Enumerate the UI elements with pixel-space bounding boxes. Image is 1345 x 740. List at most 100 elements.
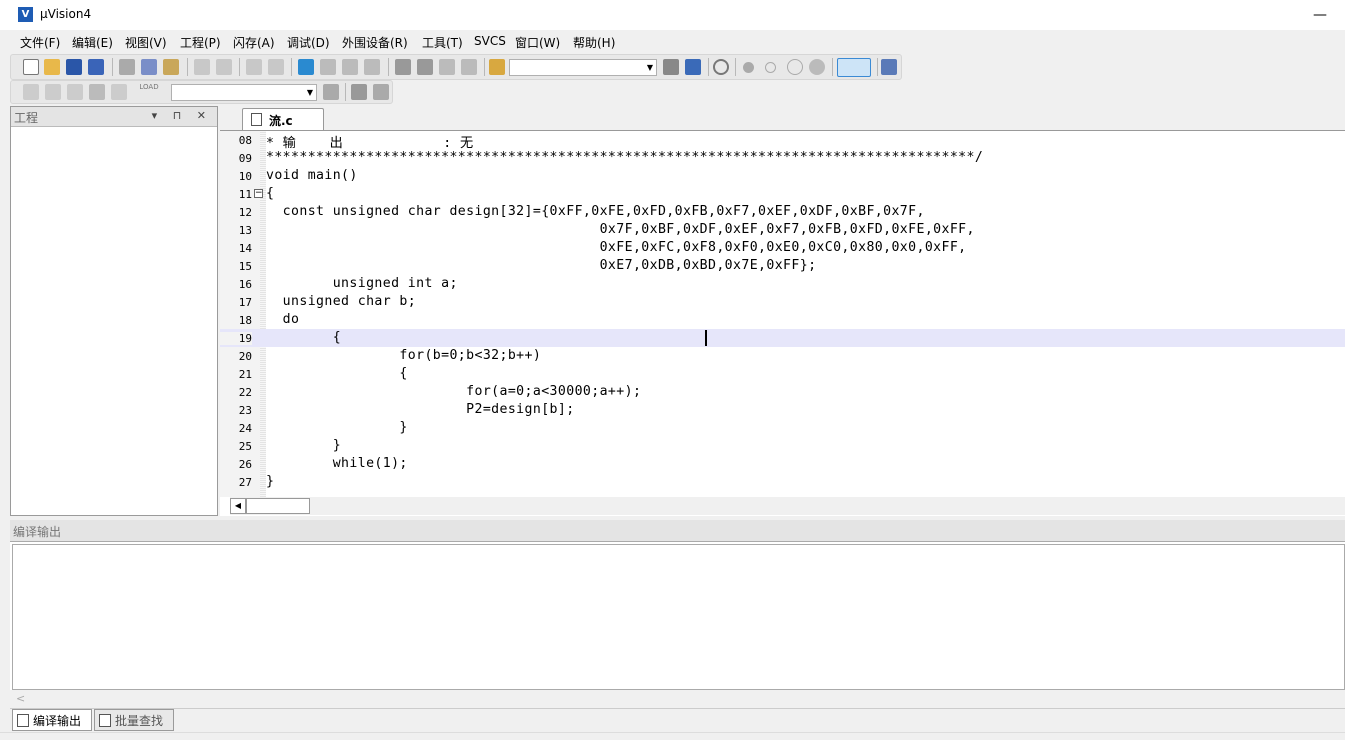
menu-project[interactable]: 工程(P) [180,34,221,51]
find-icon[interactable] [663,59,679,75]
menu-flash[interactable]: 闪存(A) [233,34,275,51]
code-line[interactable]: 18 do [220,311,1345,329]
nav-forward-icon[interactable] [268,59,284,75]
kill-all-breakpoints-icon[interactable] [809,59,825,75]
find-combo[interactable]: ▼ [509,59,657,76]
menu-tools[interactable]: 工具(T) [422,34,463,51]
toolbar-separator [484,58,485,76]
paste-icon[interactable] [163,59,179,75]
disable-breakpoint-icon[interactable] [765,62,776,73]
code-line[interactable]: 24 } [220,419,1345,437]
code-text: } [266,420,408,435]
translate-icon[interactable] [23,84,39,100]
code-line[interactable]: 11 {− [220,185,1345,203]
incremental-find-icon[interactable] [685,59,701,75]
scrollbar-thumb[interactable] [246,498,310,514]
status-bar [0,732,1345,740]
next-bookmark-icon[interactable] [342,59,358,75]
menu-svcs[interactable]: SVCS [474,34,506,48]
collapse-icon[interactable]: − [254,189,263,198]
open-folder-icon[interactable] [44,59,60,75]
code-line[interactable]: 14 0xFE,0xFC,0xF8,0xF0,0xE0,0xC0,0x80,0x… [220,239,1345,257]
save-all-icon[interactable] [88,59,104,75]
rebuild-icon[interactable] [67,84,83,100]
indent-icon[interactable] [395,59,411,75]
comment-icon[interactable] [439,59,455,75]
scroll-left-icon[interactable]: ◀ [230,498,246,514]
cut-icon[interactable] [119,59,135,75]
batch-build-icon[interactable] [89,84,105,100]
menu-help[interactable]: 帮助(H) [573,34,615,51]
code-line[interactable]: 21 { [220,365,1345,383]
line-number: 21 [238,368,252,381]
nav-back-icon[interactable] [246,59,262,75]
code-editor[interactable]: 08 * 输 出 : 无 09 ***************************… [220,130,1345,516]
code-line[interactable]: 12 const unsigned char design[32]={0xFF,… [220,203,1345,221]
stop-build-icon[interactable] [111,84,127,100]
code-line[interactable]: 17 unsigned char b; [220,293,1345,311]
undo-icon[interactable] [194,59,210,75]
code-line[interactable]: 27} [220,473,1345,491]
build-icon[interactable] [45,84,61,100]
horizontal-scrollbar[interactable]: ◀ [230,497,1345,515]
copy-icon[interactable] [141,59,157,75]
window-layout-icon[interactable] [837,58,871,77]
menu-peripherals[interactable]: 外围设备(R) [342,34,408,51]
disable-all-breakpoints-icon[interactable] [787,59,803,75]
output-horizontal-scrollbar[interactable]: < [10,690,1345,708]
zoom-icon[interactable] [713,59,729,75]
code-line[interactable]: 16 unsigned int a; [220,275,1345,293]
tab-label: 流.c [269,114,293,128]
breakpoint-icon[interactable] [743,62,754,73]
find-in-files-icon[interactable] [489,59,505,75]
redo-icon[interactable] [216,59,232,75]
code-line[interactable]: 09 **************************************… [220,149,1345,167]
code-line[interactable]: 19 { [220,329,1345,347]
chevron-down-icon[interactable]: ▼ [304,85,316,100]
uncomment-icon[interactable] [461,59,477,75]
code-line[interactable]: 26 while(1); [220,455,1345,473]
menu-window[interactable]: 窗口(W) [515,34,560,51]
new-file-icon[interactable] [23,59,39,75]
bookmark-icon[interactable] [298,59,314,75]
line-number: 19 [220,332,252,345]
prev-bookmark-icon[interactable] [320,59,336,75]
target-options-icon[interactable] [323,84,339,100]
menu-debug[interactable]: 调试(D) [287,34,330,51]
code-line[interactable]: 15 0xE7,0xDB,0xBD,0x7E,0xFF}; [220,257,1345,275]
unindent-icon[interactable] [417,59,433,75]
line-number: 20 [238,350,252,363]
panel-controls[interactable]: ▾ ⊓ ✕ [152,109,212,122]
code-text: { [266,330,342,345]
clear-bookmarks-icon[interactable] [364,59,380,75]
target-combo[interactable]: ▼ [171,84,317,101]
project-panel-header: 工程 ▾ ⊓ ✕ [11,107,217,127]
code-line[interactable]: 13 0x7F,0xBF,0xDF,0xEF,0xF7,0xFB,0xFD,0x… [220,221,1345,239]
build-output-panel: 编译输出 < [10,520,1345,708]
code-line[interactable]: 10 void main() [220,167,1345,185]
minimize-button[interactable]: — [1305,4,1335,26]
menu-file[interactable]: 文件(F) [20,34,60,51]
code-text: for(b=0;b<32;b++) [266,348,542,363]
line-number: 14 [238,242,252,255]
save-icon[interactable] [66,59,82,75]
project-panel: 工程 ▾ ⊓ ✕ [10,106,218,516]
tab-build-output[interactable]: 编译输出 [12,709,92,731]
toolbar-separator [112,58,113,76]
menu-edit[interactable]: 编辑(E) [72,34,113,51]
code-line[interactable]: 22 for(a=0;a<30000;a++); [220,383,1345,401]
file-extensions-icon[interactable] [351,84,367,100]
tab-source-file[interactable]: 流.c [242,108,324,130]
code-line[interactable]: 08 * 输 出 : 无 [220,131,1345,151]
code-line[interactable]: 25 } [220,437,1345,455]
manage-components-icon[interactable] [373,84,389,100]
menu-view[interactable]: 视图(V) [125,34,167,51]
download-icon[interactable]: LOAD [139,83,159,101]
tab-find-in-files[interactable]: 批量查找 [94,709,174,731]
chevron-down-icon[interactable]: ▼ [644,60,656,75]
code-line[interactable]: 23 P2=design[b]; [220,401,1345,419]
output-text-area[interactable] [12,544,1345,690]
project-panel-title: 工程 [14,111,39,125]
configure-icon[interactable] [881,59,897,75]
code-line[interactable]: 20 for(b=0;b<32;b++) [220,347,1345,365]
